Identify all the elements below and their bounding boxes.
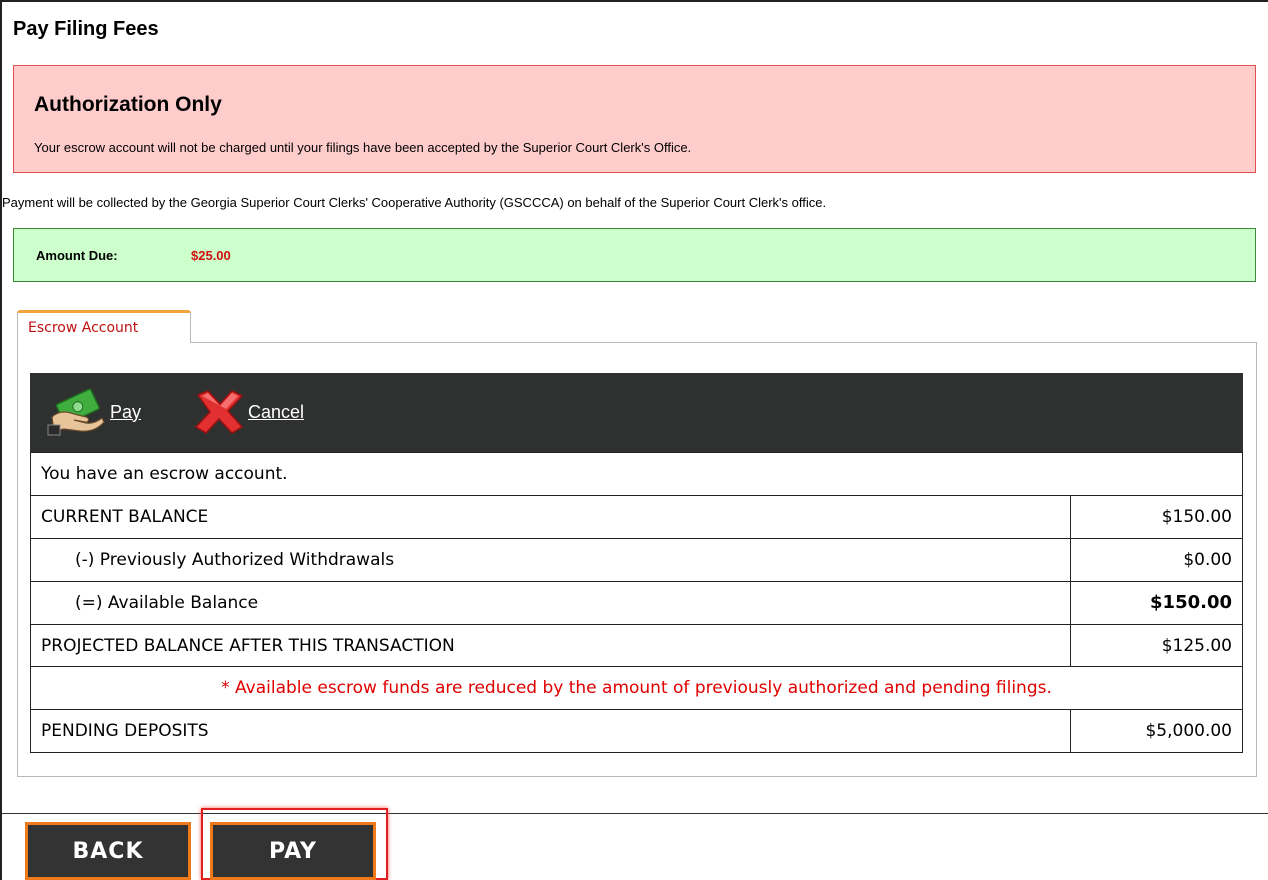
authorization-title: Authorization Only [34, 93, 222, 116]
authorized-withdrawals-value: $0.00 [1070, 537, 1243, 582]
page-title: Pay Filing Fees [13, 18, 159, 40]
available-balance-label: (=) Available Balance [30, 580, 1071, 625]
pending-deposits-value: $5,000.00 [1070, 709, 1243, 754]
available-balance-value: $150.00 [1070, 580, 1243, 625]
tab-label: Escrow Account [28, 320, 139, 336]
pay-button[interactable]: PAY [210, 822, 376, 880]
projected-balance-label: PROJECTED BALANCE AFTER THIS TRANSACTION [30, 623, 1071, 668]
escrow-intro: You have an escrow account. [30, 452, 1243, 496]
escrow-toolbar: Pay Cancel [30, 373, 1243, 452]
current-balance-value: $150.00 [1070, 494, 1243, 539]
projected-balance-value: $125.00 [1070, 623, 1243, 668]
amount-due-value: $25.00 [191, 248, 231, 263]
toolbar-cancel-button[interactable]: Cancel [190, 387, 304, 437]
tab-escrow-account[interactable]: Escrow Account [17, 310, 191, 343]
escrow-balance-table: You have an escrow account. CURRENT BALA… [30, 452, 1243, 754]
table-row: CURRENT BALANCE $150.00 [30, 494, 1243, 539]
table-row: PROJECTED BALANCE AFTER THIS TRANSACTION… [30, 623, 1243, 668]
pending-deposits-label: PENDING DEPOSITS [30, 709, 1071, 754]
amount-due-label: Amount Due: [36, 248, 118, 263]
red-x-icon [190, 387, 248, 437]
toolbar-cancel-label: Cancel [248, 401, 305, 422]
authorized-withdrawals-label: (-) Previously Authorized Withdrawals [30, 537, 1071, 582]
footer-divider [2, 813, 1268, 814]
money-hand-icon [46, 387, 110, 437]
collection-note: Payment will be collected by the Georgia… [2, 195, 827, 210]
escrow-notice: * Available escrow funds are reduced by … [30, 666, 1243, 711]
toolbar-pay-button[interactable]: Pay [46, 387, 141, 437]
authorization-text: Your escrow account will not be charged … [34, 140, 692, 155]
current-balance-label: CURRENT BALANCE [30, 494, 1071, 539]
table-row: PENDING DEPOSITS $5,000.00 [30, 709, 1243, 754]
authorization-alert: Authorization Only Your escrow account w… [13, 65, 1256, 173]
toolbar-pay-label: Pay [110, 401, 142, 422]
table-row: (=) Available Balance $150.00 [30, 580, 1243, 625]
back-button[interactable]: BACK [25, 822, 191, 880]
table-row: * Available escrow funds are reduced by … [30, 666, 1243, 711]
table-row: You have an escrow account. [30, 452, 1243, 496]
amount-due-box: Amount Due: $25.00 [13, 228, 1256, 282]
table-row: (-) Previously Authorized Withdrawals $0… [30, 537, 1243, 582]
